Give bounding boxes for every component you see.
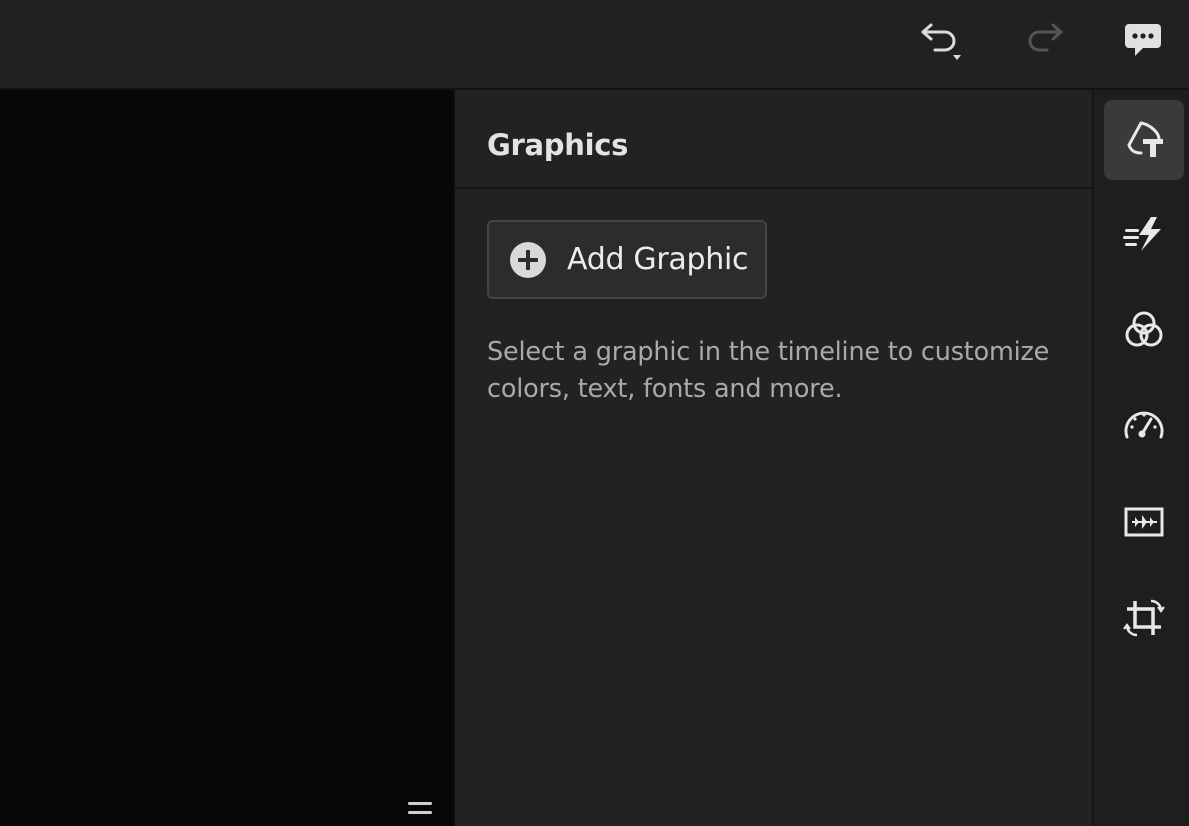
empty-state-hint: Select a graphic in the timeline to cust… [487, 337, 1050, 404]
redo-button[interactable] [1022, 20, 1066, 64]
graphics-panel: Graphics Add Graphic Select a graphic in… [454, 90, 1094, 826]
redo-icon [1021, 17, 1067, 67]
transitions-speed-icon [1121, 211, 1167, 261]
panel-resize-handle[interactable] [406, 800, 434, 822]
rail-item-audio[interactable] [1104, 484, 1184, 564]
rail-item-speed[interactable] [1104, 388, 1184, 468]
audio-waveform-icon [1121, 499, 1167, 549]
speedometer-icon [1121, 403, 1167, 453]
add-graphic-button[interactable]: Add Graphic [487, 220, 767, 299]
rail-item-color[interactable] [1104, 292, 1184, 372]
video-preview[interactable] [0, 90, 454, 826]
feedback-speech-bubble-icon [1121, 18, 1165, 66]
plus-circle-icon [509, 241, 547, 279]
right-tool-rail [1096, 90, 1189, 826]
undo-button[interactable] [918, 20, 962, 64]
panel-title: Graphics [487, 128, 629, 162]
crop-rotate-icon [1121, 595, 1167, 645]
top-toolbar [0, 0, 1189, 90]
rail-item-graphics[interactable] [1104, 100, 1184, 180]
feedback-button[interactable] [1121, 20, 1165, 64]
panel-header: Graphics [455, 90, 1092, 189]
hamburger-icon [407, 799, 433, 823]
undo-icon [917, 17, 963, 67]
rail-item-crop[interactable] [1104, 580, 1184, 660]
graphics-icon [1121, 115, 1167, 165]
color-circles-icon [1121, 307, 1167, 357]
add-graphic-label: Add Graphic [567, 242, 749, 277]
rail-item-transitions[interactable] [1104, 196, 1184, 276]
